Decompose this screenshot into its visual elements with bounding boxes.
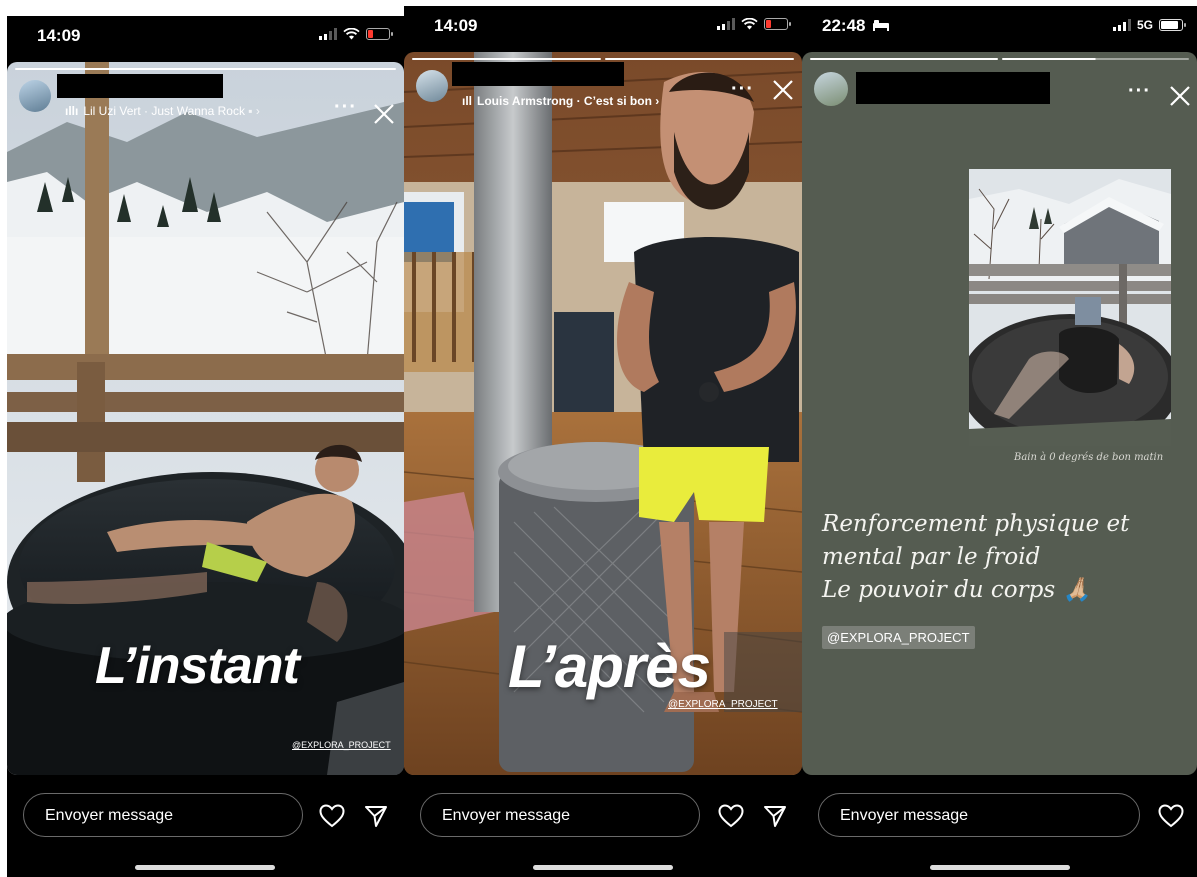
music-attribution[interactable]: ıllı Lil Uzi Vert · Just Wanna Rock ▪ › — [65, 104, 260, 118]
wifi-icon — [343, 28, 360, 40]
battery-icon — [764, 18, 791, 30]
send-icon[interactable] — [763, 804, 787, 828]
home-indicator[interactable] — [135, 865, 275, 870]
heart-icon[interactable] — [718, 804, 744, 828]
send-message-input[interactable]: Envoyer message — [23, 793, 303, 837]
status-bar: 14:09 — [7, 16, 404, 62]
heart-icon[interactable] — [319, 804, 345, 828]
status-time: 14:09 — [37, 26, 81, 45]
heart-icon[interactable] — [1158, 804, 1184, 828]
more-icon[interactable]: ··· — [1128, 80, 1151, 103]
inset-photo-ice-bath — [969, 169, 1171, 446]
more-icon[interactable]: ··· — [731, 78, 754, 101]
signal-icon — [717, 18, 735, 30]
story-content[interactable]: ıll Louis Armstrong · C’est si bon › ··· … — [404, 52, 802, 775]
network-type: 5G — [1136, 18, 1153, 32]
mention-sticker[interactable]: @EXPLORA_PROJECT — [822, 626, 975, 649]
close-icon[interactable] — [771, 78, 795, 102]
credit-tag[interactable]: @EXPLORA_PROJECT — [292, 740, 391, 750]
music-icon: ıllı — [65, 104, 79, 118]
signal-icon — [1112, 19, 1131, 31]
battery-icon — [1159, 19, 1186, 31]
story-text-line-3: Le pouvoir du corps 🙏🏼 — [822, 577, 1092, 603]
close-icon[interactable] — [1168, 84, 1192, 108]
send-message-input[interactable]: Envoyer message — [818, 793, 1140, 837]
overlay-title: L’après — [508, 633, 711, 700]
bed-icon — [873, 20, 890, 31]
avatar[interactable] — [19, 80, 51, 112]
reply-bar: Envoyer message — [802, 775, 1197, 877]
photo-caption: Bain à 0 degrés de bon matin — [1014, 452, 1164, 463]
story-progress — [810, 58, 1189, 60]
signal-icon — [319, 28, 337, 40]
status-bar: 14:09 — [404, 6, 802, 52]
music-attribution[interactable]: ıll Louis Armstrong · C’est si bon › — [462, 94, 659, 108]
battery-icon — [366, 28, 393, 40]
send-message-input[interactable]: Envoyer message — [420, 793, 700, 837]
status-time: 14:09 — [434, 16, 478, 35]
redacted-username — [452, 62, 624, 86]
send-icon[interactable] — [364, 804, 388, 828]
story-text-line-1: Renforcement physique et — [822, 511, 1130, 537]
avatar[interactable] — [814, 72, 848, 106]
more-icon[interactable]: ··· — [334, 96, 357, 119]
home-indicator[interactable] — [533, 865, 673, 870]
avatar[interactable] — [416, 70, 448, 102]
close-icon[interactable] — [372, 102, 396, 126]
credit-tag[interactable]: @EXPLORA_PROJECT — [668, 699, 778, 710]
story-screen-2: 14:09 ıll Louis Armstrong · C’est si bon… — [404, 6, 802, 877]
redacted-username — [57, 74, 223, 98]
story-screen-1: 14:09 ıllı Lil Uzi Vert · Just Wanna Roc… — [7, 16, 404, 877]
story-progress — [15, 68, 396, 70]
story-progress — [412, 58, 794, 60]
story-text: Renforcement physique et mental par le f… — [822, 508, 1129, 607]
story-text-line-2: mental par le froid — [822, 544, 1041, 570]
story-content[interactable]: ıllı Lil Uzi Vert · Just Wanna Rock ▪ › ·… — [7, 62, 404, 775]
reply-bar: Envoyer message — [7, 775, 404, 877]
music-icon: ıll — [462, 94, 473, 108]
status-bar: 22:48 5G — [802, 6, 1197, 52]
redacted-username — [856, 72, 1050, 104]
story-screen-3: 22:48 5G ··· Bain à 0 degrés de bon mati… — [802, 6, 1197, 877]
overlay-title: L’instant — [95, 637, 300, 695]
home-indicator[interactable] — [930, 865, 1070, 870]
wifi-icon — [741, 18, 758, 30]
story-content[interactable]: ··· Bain à 0 degrés de bon matin Renforc… — [802, 52, 1197, 775]
reply-bar: Envoyer message — [404, 775, 802, 877]
status-time: 22:48 — [822, 16, 866, 35]
